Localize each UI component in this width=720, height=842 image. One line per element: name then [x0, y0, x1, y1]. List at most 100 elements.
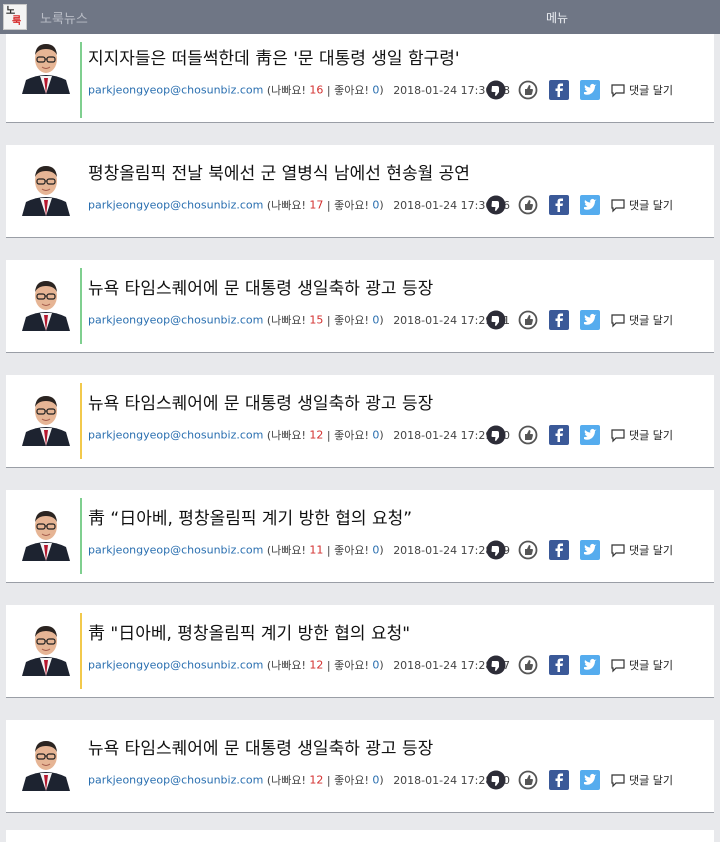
comment-icon[interactable] [610, 772, 626, 791]
author-email[interactable]: parkjeongyeop@chosunbiz.com [88, 659, 263, 672]
twitter-icon[interactable] [580, 195, 600, 218]
article-meta: parkjeongyeop@chosunbiz.com (나빠요! 11 | 좋… [88, 540, 708, 563]
author-email[interactable]: parkjeongyeop@chosunbiz.com [88, 199, 263, 212]
thumbs-down-icon[interactable] [486, 770, 506, 793]
article-card[interactable]: 지지자들은 떠들썩한데 靑은 '문 대통령 생일 함구령' parkjeongy… [6, 34, 714, 123]
article-meta: parkjeongyeop@chosunbiz.com (나빠요! 16 | 좋… [88, 80, 708, 103]
next-article-card-partial [6, 830, 714, 842]
good-label: | 좋아요! [326, 429, 369, 442]
article-card[interactable]: 뉴욕 타임스퀘어에 문 대통령 생일축하 광고 등장 parkjeongyeop… [6, 720, 714, 813]
author-avatar[interactable] [18, 503, 74, 561]
author-email[interactable]: parkjeongyeop@chosunbiz.com [88, 314, 263, 327]
thumbs-up-icon[interactable] [518, 310, 538, 333]
site-logo[interactable]: 노 룩 [3, 4, 27, 30]
bad-count: 12 [309, 773, 324, 787]
bad-label: (나빠요! [266, 659, 306, 672]
bad-count: 15 [309, 313, 324, 327]
author-email[interactable]: parkjeongyeop@chosunbiz.com [88, 429, 263, 442]
article-card[interactable]: 뉴욕 타임스퀘어에 문 대통령 생일축하 광고 등장 parkjeongyeop… [6, 375, 714, 468]
thumbs-down-icon[interactable] [486, 540, 506, 563]
good-label: | 좋아요! [326, 774, 369, 787]
menu-button[interactable]: 메뉴 [546, 9, 568, 26]
author-email[interactable]: parkjeongyeop@chosunbiz.com [88, 544, 263, 557]
comment-icon[interactable] [610, 427, 626, 446]
comment-icon[interactable] [610, 542, 626, 561]
thumbs-up-icon[interactable] [518, 425, 538, 448]
twitter-icon[interactable] [580, 770, 600, 793]
facebook-icon[interactable] [549, 80, 569, 103]
author-email[interactable]: parkjeongyeop@chosunbiz.com [88, 84, 263, 97]
facebook-icon[interactable] [549, 425, 569, 448]
article-card[interactable]: 뉴욕 타임스퀘어에 문 대통령 생일축하 광고 등장 parkjeongyeop… [6, 260, 714, 353]
bad-count: 17 [309, 198, 324, 212]
thumbs-down-icon[interactable] [486, 310, 506, 333]
twitter-icon[interactable] [580, 80, 600, 103]
article-card[interactable]: 평창올림픽 전날 북에선 군 열병식 남에선 현송월 공연 parkjeongy… [6, 145, 714, 238]
comment-icon[interactable] [610, 312, 626, 331]
article-meta: parkjeongyeop@chosunbiz.com (나빠요! 12 | 좋… [88, 770, 708, 793]
accent-bar [80, 498, 82, 574]
comment-icon[interactable] [610, 657, 626, 676]
twitter-icon[interactable] [580, 540, 600, 563]
thumbs-up-icon[interactable] [518, 770, 538, 793]
comment-link[interactable]: 댓글 달기 [629, 657, 673, 673]
accent-bar [80, 613, 82, 689]
facebook-icon[interactable] [549, 655, 569, 678]
author-avatar[interactable] [18, 388, 74, 446]
comment-link[interactable]: 댓글 달기 [629, 772, 673, 788]
comment-link[interactable]: 댓글 달기 [629, 312, 673, 328]
author-avatar[interactable] [18, 273, 74, 331]
article-title[interactable]: 평창올림픽 전날 북에선 군 열병식 남에선 현송월 공연 [88, 159, 470, 184]
thumbs-down-icon[interactable] [486, 195, 506, 218]
close-paren: ) [379, 428, 384, 442]
bad-label: (나빠요! [266, 774, 306, 787]
close-paren: ) [379, 198, 384, 212]
thumbs-down-icon[interactable] [486, 80, 506, 103]
facebook-icon[interactable] [549, 195, 569, 218]
article-title[interactable]: 뉴욕 타임스퀘어에 문 대통령 생일축하 광고 등장 [88, 274, 433, 299]
comment-link[interactable]: 댓글 달기 [629, 542, 673, 558]
article-title[interactable]: 뉴욕 타임스퀘어에 문 대통령 생일축하 광고 등장 [88, 389, 433, 414]
article-title[interactable]: 지지자들은 떠들썩한데 靑은 '문 대통령 생일 함구령' [88, 44, 460, 69]
comment-link[interactable]: 댓글 달기 [629, 427, 673, 443]
article-title[interactable]: 靑 "日아베, 평창올림픽 계기 방한 협의 요청" [88, 619, 410, 644]
comment-link[interactable]: 댓글 달기 [629, 82, 673, 98]
bad-label: (나빠요! [266, 199, 306, 212]
logo-bottom-char: 룩 [12, 16, 22, 27]
good-label: | 좋아요! [326, 84, 369, 97]
facebook-icon[interactable] [549, 770, 569, 793]
twitter-icon[interactable] [580, 425, 600, 448]
twitter-icon[interactable] [580, 655, 600, 678]
thumbs-down-icon[interactable] [486, 425, 506, 448]
author-avatar[interactable] [18, 158, 74, 216]
author-avatar[interactable] [18, 36, 74, 94]
article-title[interactable]: 靑 “日아베, 평창올림픽 계기 방한 협의 요청” [88, 504, 412, 529]
bad-count: 12 [309, 428, 324, 442]
facebook-icon[interactable] [549, 540, 569, 563]
bad-label: (나빠요! [266, 544, 306, 557]
bad-count: 16 [309, 83, 324, 97]
thumbs-up-icon[interactable] [518, 540, 538, 563]
bad-count: 11 [309, 543, 324, 557]
author-avatar[interactable] [18, 618, 74, 676]
article-meta: parkjeongyeop@chosunbiz.com (나빠요! 15 | 좋… [88, 310, 708, 333]
article-title[interactable]: 뉴욕 타임스퀘어에 문 대통령 생일축하 광고 등장 [88, 734, 433, 759]
thumbs-up-icon[interactable] [518, 195, 538, 218]
article-card[interactable]: 靑 “日아베, 평창올림픽 계기 방한 협의 요청” parkjeongyeop… [6, 490, 714, 583]
bad-label: (나빠요! [266, 429, 306, 442]
twitter-icon[interactable] [580, 310, 600, 333]
author-avatar[interactable] [18, 733, 74, 791]
facebook-icon[interactable] [549, 310, 569, 333]
comment-link[interactable]: 댓글 달기 [629, 197, 673, 213]
author-email[interactable]: parkjeongyeop@chosunbiz.com [88, 774, 263, 787]
comment-icon[interactable] [610, 197, 626, 216]
good-label: | 좋아요! [326, 314, 369, 327]
site-title[interactable]: 노룩뉴스 [40, 8, 88, 27]
thumbs-up-icon[interactable] [518, 80, 538, 103]
comment-icon[interactable] [610, 82, 626, 101]
good-label: | 좋아요! [326, 544, 369, 557]
bad-label: (나빠요! [266, 84, 306, 97]
thumbs-down-icon[interactable] [486, 655, 506, 678]
thumbs-up-icon[interactable] [518, 655, 538, 678]
article-card[interactable]: 靑 "日아베, 평창올림픽 계기 방한 협의 요청" parkjeongyeop… [6, 605, 714, 698]
